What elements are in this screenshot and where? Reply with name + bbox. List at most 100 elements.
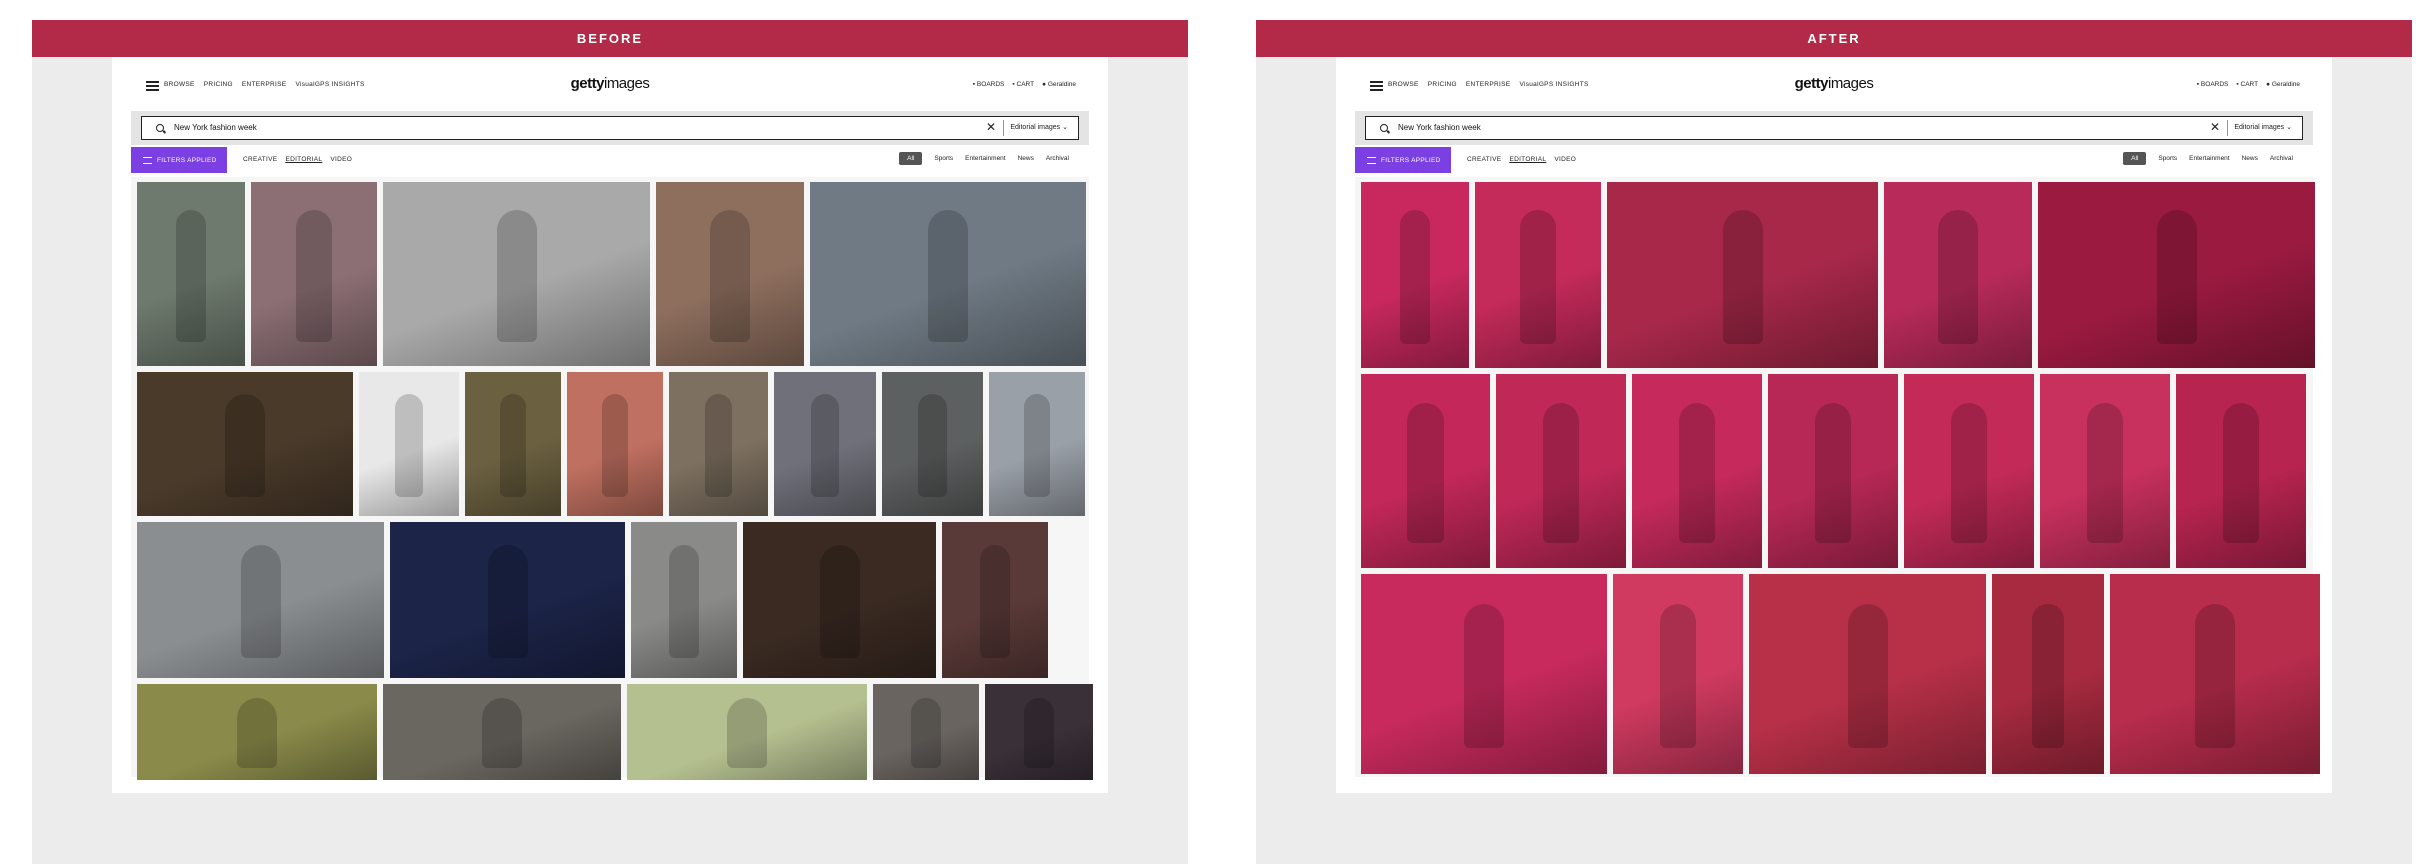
image-thumbnail[interactable] bbox=[1768, 374, 1898, 568]
divider bbox=[1003, 120, 1004, 136]
category-all[interactable]: All bbox=[2123, 152, 2147, 165]
image-thumbnail[interactable] bbox=[774, 372, 876, 516]
figure-silhouette bbox=[727, 698, 767, 768]
image-thumbnail[interactable] bbox=[390, 522, 625, 678]
image-thumbnail[interactable] bbox=[383, 182, 650, 366]
image-thumbnail[interactable] bbox=[1884, 182, 2032, 368]
figure-silhouette bbox=[482, 698, 522, 768]
top-nav: BROWSE PRICING ENTERPRISE VisualGPS INSI… bbox=[112, 57, 1108, 111]
filters-applied-button[interactable]: FILTERS APPLIED bbox=[1355, 147, 1451, 173]
figure-silhouette bbox=[175, 209, 207, 343]
tab-video[interactable]: VIDEO bbox=[330, 156, 352, 163]
image-thumbnail[interactable] bbox=[2176, 374, 2306, 568]
image-thumbnail[interactable] bbox=[359, 372, 459, 516]
image-thumbnail[interactable] bbox=[251, 182, 377, 366]
image-thumbnail[interactable] bbox=[465, 372, 561, 516]
figure-silhouette bbox=[240, 545, 281, 658]
image-thumbnail[interactable] bbox=[873, 684, 979, 780]
user-link[interactable]: ● Geraldine bbox=[1042, 81, 1076, 88]
before-banner: BEFORE bbox=[32, 20, 1188, 57]
image-thumbnail[interactable] bbox=[567, 372, 663, 516]
close-icon[interactable]: ✕ bbox=[986, 120, 996, 134]
after-panel: AFTER BROWSE PRICING ENTERPRISE VisualGP… bbox=[1256, 20, 2412, 864]
filters-applied-button[interactable]: FILTERS APPLIED bbox=[131, 147, 227, 173]
image-thumbnail[interactable] bbox=[1904, 374, 2034, 568]
cart-link[interactable]: ▪ CART bbox=[1012, 81, 1034, 88]
tab-creative[interactable]: CREATIVE bbox=[243, 156, 277, 163]
boards-link[interactable]: ▪ BOARDS bbox=[2197, 81, 2229, 88]
figure-silhouette bbox=[928, 209, 968, 343]
figure-silhouette bbox=[1847, 604, 1888, 748]
category-sports[interactable]: Sports bbox=[934, 155, 953, 162]
image-thumbnail[interactable] bbox=[137, 372, 353, 516]
search-bar-area: New York fashion week ✕ Editorial images… bbox=[131, 111, 1089, 145]
image-thumbnail[interactable] bbox=[137, 182, 245, 366]
image-thumbnail[interactable] bbox=[1361, 182, 1469, 368]
category-tabs: All Sports Entertainment News Archival bbox=[2123, 152, 2293, 165]
search-input[interactable]: New York fashion week ✕ Editorial images… bbox=[1365, 116, 2303, 140]
category-archival[interactable]: Archival bbox=[2270, 155, 2293, 162]
image-thumbnail[interactable] bbox=[383, 684, 621, 780]
search-query[interactable]: New York fashion week bbox=[174, 123, 257, 132]
category-entertainment[interactable]: Entertainment bbox=[2189, 155, 2229, 162]
search-input[interactable]: New York fashion week ✕ Editorial images… bbox=[141, 116, 1079, 140]
image-thumbnail[interactable] bbox=[656, 182, 804, 366]
figure-silhouette bbox=[1814, 403, 1852, 543]
image-thumbnail[interactable] bbox=[743, 522, 936, 678]
category-archival[interactable]: Archival bbox=[1046, 155, 1069, 162]
image-thumbnail[interactable] bbox=[631, 522, 737, 678]
image-thumbnail[interactable] bbox=[985, 684, 1093, 780]
image-grid bbox=[131, 177, 1093, 780]
image-thumbnail[interactable] bbox=[137, 522, 384, 678]
image-thumbnail[interactable] bbox=[137, 684, 377, 780]
cart-link[interactable]: ▪ CART bbox=[2236, 81, 2258, 88]
category-news[interactable]: News bbox=[2242, 155, 2258, 162]
image-thumbnail[interactable] bbox=[810, 182, 1086, 366]
image-thumbnail[interactable] bbox=[1632, 374, 1762, 568]
tab-video[interactable]: VIDEO bbox=[1554, 156, 1576, 163]
figure-silhouette bbox=[1542, 403, 1580, 543]
image-thumbnail[interactable] bbox=[1992, 574, 2104, 774]
figure-silhouette bbox=[1023, 393, 1051, 498]
content-type-tabs: CREATIVE EDITORIAL VIDEO bbox=[243, 156, 352, 163]
image-thumbnail[interactable] bbox=[989, 372, 1085, 516]
sliders-icon bbox=[1367, 156, 1376, 164]
image-thumbnail[interactable] bbox=[1496, 374, 1626, 568]
figure-silhouette bbox=[499, 393, 527, 498]
figure-silhouette bbox=[911, 698, 941, 768]
boards-link[interactable]: ▪ BOARDS bbox=[973, 81, 1005, 88]
image-thumbnail[interactable] bbox=[1475, 182, 1601, 368]
getty-logo[interactable]: gettyimages bbox=[1336, 75, 2332, 92]
image-type-dropdown[interactable]: Editorial images ⌄ bbox=[1010, 123, 1068, 131]
image-thumbnail[interactable] bbox=[882, 372, 983, 516]
figure-silhouette bbox=[2156, 209, 2197, 344]
category-all[interactable]: All bbox=[899, 152, 923, 165]
image-type-dropdown[interactable]: Editorial images ⌄ bbox=[2234, 123, 2292, 131]
image-thumbnail[interactable] bbox=[1361, 574, 1607, 774]
image-thumbnail[interactable] bbox=[2038, 182, 2315, 368]
category-news[interactable]: News bbox=[1018, 155, 1034, 162]
image-thumbnail[interactable] bbox=[942, 522, 1048, 678]
image-thumbnail[interactable] bbox=[1613, 574, 1743, 774]
figure-silhouette bbox=[237, 698, 277, 768]
figure-silhouette bbox=[1520, 209, 1556, 344]
image-thumbnail[interactable] bbox=[1749, 574, 1986, 774]
image-thumbnail[interactable] bbox=[1607, 182, 1878, 368]
close-icon[interactable]: ✕ bbox=[2210, 120, 2220, 134]
figure-silhouette bbox=[496, 209, 537, 343]
image-thumbnail[interactable] bbox=[669, 372, 768, 516]
image-thumbnail[interactable] bbox=[2110, 574, 2320, 774]
category-tabs: All Sports Entertainment News Archival bbox=[899, 152, 1069, 165]
image-thumbnail[interactable] bbox=[2040, 374, 2170, 568]
search-query[interactable]: New York fashion week bbox=[1398, 123, 1481, 132]
tab-editorial[interactable]: EDITORIAL bbox=[285, 156, 322, 163]
tab-creative[interactable]: CREATIVE bbox=[1467, 156, 1501, 163]
tab-editorial[interactable]: EDITORIAL bbox=[1509, 156, 1546, 163]
image-thumbnail[interactable] bbox=[1361, 374, 1490, 568]
image-thumbnail[interactable] bbox=[627, 684, 867, 780]
getty-logo[interactable]: gettyimages bbox=[112, 75, 1108, 92]
category-entertainment[interactable]: Entertainment bbox=[965, 155, 1005, 162]
user-link[interactable]: ● Geraldine bbox=[2266, 81, 2300, 88]
category-sports[interactable]: Sports bbox=[2158, 155, 2177, 162]
account-nav: ▪ BOARDS ▪ CART ● Geraldine bbox=[2197, 81, 2300, 88]
